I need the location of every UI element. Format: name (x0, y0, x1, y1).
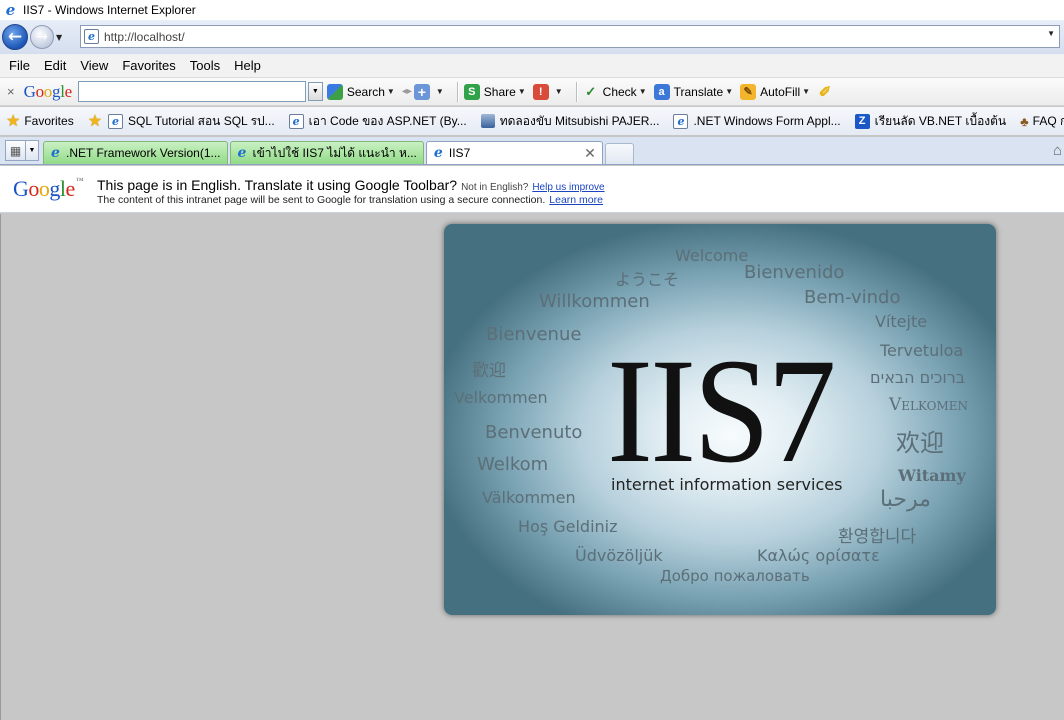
translate-prompt: This page is in English. Translate it us… (97, 177, 605, 193)
autofill-icon: ✎ (740, 83, 757, 100)
welcome-word: Witamy (898, 466, 966, 485)
page-icon: e (84, 29, 99, 44)
iis7-subtitle: internet information services (611, 475, 843, 494)
welcome-word: Bienvenue (486, 324, 582, 345)
welcome-word: Добро пожаловать (660, 567, 810, 585)
menu-edit[interactable]: Edit (44, 58, 66, 73)
welcome-word: مرحبا (880, 487, 931, 512)
help-improve-link[interactable]: Help us improve (532, 182, 604, 193)
menu-help[interactable]: Help (234, 58, 261, 73)
highlighter-button[interactable]: ✐ (817, 83, 837, 101)
page-icon: e (108, 113, 124, 129)
add-favorite-icon[interactable]: ★ (88, 111, 102, 131)
welcome-word: Bem-vindo (804, 287, 901, 308)
faq-icon: ♣ (1020, 113, 1029, 129)
tab-net-framework[interactable]: e .NET Framework Version(1... (43, 140, 228, 164)
favorite-link-2[interactable]: e เอา Code ของ ASP.NET (By... (288, 112, 467, 131)
menu-view[interactable]: View (80, 58, 108, 73)
quick-tabs-icon[interactable]: ▦ (5, 140, 26, 161)
welcome-word: 欢迎 (896, 429, 944, 457)
address-bar[interactable]: e http://localhost/ ▼ (80, 25, 1060, 48)
forward-button[interactable]: → (30, 25, 54, 49)
favorite-link-6[interactable]: ♣ FAQ การทำ In (1020, 112, 1064, 131)
plus-icon: + (413, 83, 430, 100)
site-icon (480, 114, 495, 128)
menu-bar: File Edit View Favorites Tools Help (0, 54, 1064, 78)
title-bar: e IIS7 - Windows Internet Explorer (0, 0, 1064, 20)
address-dropdown-icon[interactable]: ▼ (1047, 29, 1055, 38)
welcome-word: Velkomen (889, 395, 969, 415)
welcome-word: Vítejte (875, 312, 928, 331)
welcome-word: Willkommen (539, 291, 650, 312)
share-button[interactable]: S Share ▼ (463, 83, 529, 100)
plus-button[interactable]: ◂▸ + ▼ (402, 83, 447, 100)
welcome-word: ברוכים הבאים (870, 368, 965, 387)
favorites-star-icon: ★ (6, 113, 21, 130)
welcome-word: Welkom (477, 454, 549, 475)
share-icon: S (463, 83, 480, 100)
google-search-icon (326, 83, 343, 100)
favorite-link-5[interactable]: Z เรียนลัด VB.NET เบื้องต้น (854, 112, 1006, 131)
welcome-word: 환영합니다 (838, 527, 917, 547)
google-search-input[interactable] (77, 81, 306, 102)
page-icon: e (673, 113, 689, 129)
close-tab-icon[interactable]: ✕ (584, 145, 596, 162)
welcome-word: Bienvenido (744, 262, 845, 283)
spellcheck-icon: ✓ (585, 83, 597, 99)
iis7-welcome-image: Welcome ようこそ Bienvenido Willkommen Bem-v… (444, 224, 996, 615)
iis7-logo-text: IIS7 (607, 328, 836, 494)
close-toolbar-icon[interactable]: × (7, 84, 15, 99)
favorite-link-3[interactable]: ทดลองขับ Mitsubishi PAJER... (480, 112, 659, 131)
welcome-word: Üdvözöljük (575, 546, 663, 565)
ie-logo-icon: e (5, 0, 16, 19)
welcome-word: Hoş Geldiniz (518, 517, 618, 536)
menu-favorites[interactable]: Favorites (122, 58, 175, 73)
menu-file[interactable]: File (9, 58, 30, 73)
z-site-icon: Z (854, 113, 870, 129)
welcome-word: 歡迎 (472, 361, 506, 381)
page-icon: e (288, 113, 304, 129)
favorite-link-4[interactable]: e .NET Windows Form Appl... (673, 113, 841, 129)
translate-icon: a (653, 83, 670, 100)
window-title: IIS7 - Windows Internet Explorer (23, 3, 196, 17)
favorites-button[interactable]: ★ Favorites (6, 111, 74, 131)
welcome-word: Välkommen (482, 488, 576, 507)
popup-blocker-button[interactable]: ! ▼ (532, 83, 566, 100)
google-toolbar: × Google ▼ Search ▼ ◂▸ + ▼ S Share ▼ ! ▼ ✓ C… (0, 78, 1064, 106)
home-icon[interactable]: ⌂ (1053, 142, 1062, 159)
welcome-word: ようこそ (615, 270, 680, 289)
translate-notice: The content of this intranet page will b… (97, 194, 603, 206)
welcome-word: Benvenuto (485, 422, 583, 443)
address-toolbar: ← → ▼ e http://localhost/ ▼ (0, 20, 1064, 54)
welcome-word: Καλώς ορίσατε (757, 546, 880, 565)
google-logo: Google (23, 81, 73, 101)
welcome-word: Velkommen (454, 388, 548, 407)
autofill-button[interactable]: ✎ AutoFill ▼ (740, 83, 813, 100)
learn-more-link[interactable]: Learn more (549, 194, 603, 206)
google-translate-logo: Google™ (13, 176, 84, 201)
translate-button[interactable]: a Translate ▼ (653, 83, 737, 100)
check-button[interactable]: ✓ Check ▼ (583, 84, 650, 100)
new-tab-button[interactable] (604, 142, 634, 164)
popup-blocker-icon: ! (532, 83, 549, 100)
menu-tools[interactable]: Tools (190, 58, 220, 73)
search-button[interactable]: Search ▼ (326, 83, 398, 100)
history-dropdown-icon[interactable]: ▼ (56, 33, 62, 42)
highlighter-icon: ✐ (818, 83, 832, 101)
tab-bar: ▦ ▼ e .NET Framework Version(1... e เข้า… (0, 137, 1064, 165)
welcome-word: Tervetuloa (880, 341, 964, 360)
ie-page-icon: e (237, 144, 247, 161)
back-button[interactable]: ← (2, 24, 28, 50)
tab-list-dropdown-icon[interactable]: ▼ (26, 140, 39, 161)
search-history-dropdown-icon[interactable]: ▼ (307, 82, 323, 101)
ie-page-icon: e (433, 144, 443, 161)
translate-bar: Google™ This page is in English. Transla… (0, 166, 1064, 213)
tab-iis7-thread[interactable]: e เข้าไปใช้ IIS7 ไม่ได้ แนะนำ ห... (229, 140, 424, 164)
favorites-bar: ★ Favorites ★ e SQL Tutorial สอน SQL รป.… (0, 107, 1064, 135)
favorite-link-1[interactable]: e SQL Tutorial สอน SQL รป... (108, 112, 275, 131)
ie-page-icon: e (51, 144, 60, 161)
tab-iis7[interactable]: e IIS7 ✕ (425, 140, 603, 164)
welcome-word: Welcome (675, 246, 749, 265)
address-url: http://localhost/ (104, 29, 185, 44)
